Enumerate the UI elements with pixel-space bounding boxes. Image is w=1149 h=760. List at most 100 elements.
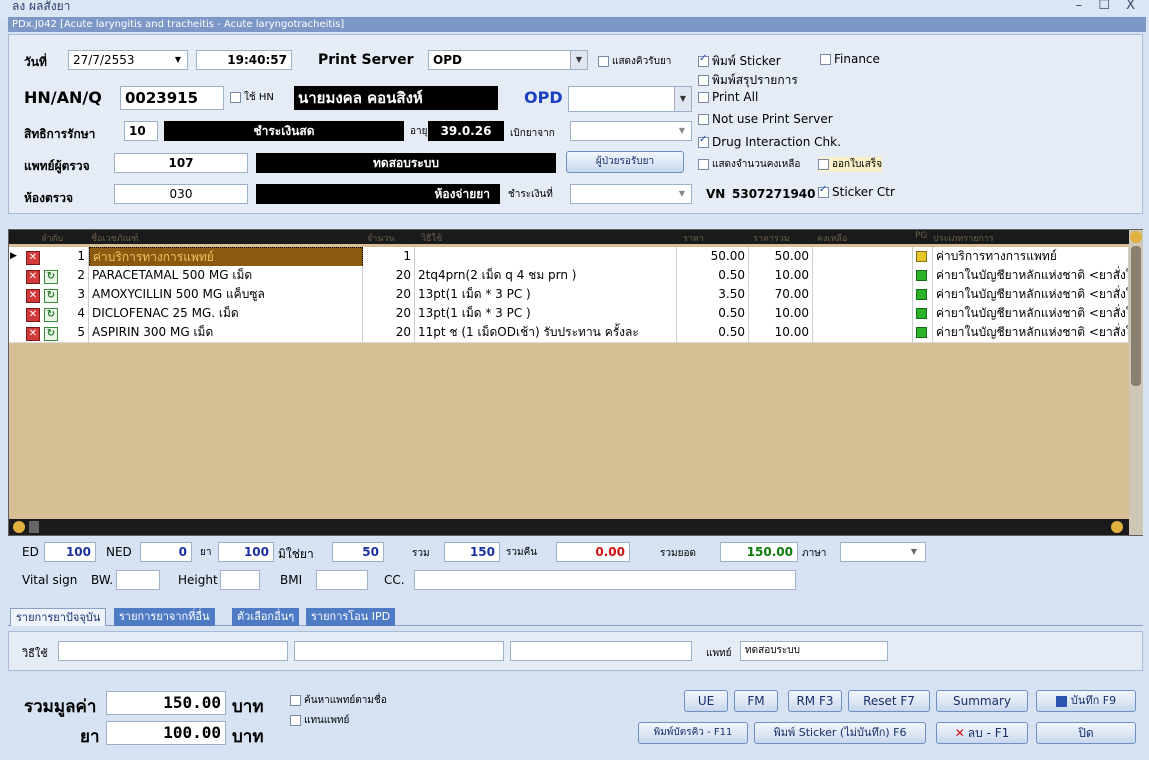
cell-total[interactable]: 70.00 [749, 285, 813, 305]
delete-row-icon[interactable]: ✕ [26, 308, 40, 322]
chevron-down-icon[interactable]: ▼ [679, 122, 685, 140]
pg-indicator-icon[interactable] [913, 266, 933, 286]
cell-remain[interactable] [813, 266, 913, 286]
cell-usage[interactable] [415, 247, 677, 267]
cell-name[interactable]: ASPIRIN 300 MG เม็ด [89, 323, 363, 343]
sticker-ctr-checkbox[interactable]: Sticker Ctr [818, 184, 895, 199]
checkbox-icon[interactable] [818, 159, 829, 170]
cell-total[interactable]: 10.00 [749, 266, 813, 286]
col-header-qty[interactable]: จำนวน [367, 231, 395, 245]
rm-f3-button[interactable]: RM F3 [788, 690, 842, 712]
tab-current-drugs[interactable]: รายการยาปัจจุบัน [10, 608, 107, 626]
replace-doctor-checkbox[interactable]: แทนแพทย์ [290, 713, 349, 728]
show-remain-checkbox[interactable]: แสดงจำนวนคงเหลือ [698, 157, 800, 172]
delete-row-icon[interactable]: ✕ [26, 251, 40, 265]
bw-field[interactable] [116, 570, 160, 590]
time-field[interactable]: 19:40:57 [196, 50, 292, 70]
not-use-print-server-checkbox[interactable]: Not use Print Server [698, 112, 833, 126]
checkbox-icon[interactable] [698, 53, 709, 67]
right-code[interactable]: 10 [124, 121, 158, 141]
checkbox-icon[interactable] [230, 92, 241, 103]
cell-usage[interactable]: 13pt(1 เม็ด * 3 PC ) [415, 285, 677, 305]
hscroll-thumb[interactable] [29, 521, 39, 533]
cell-remain[interactable] [813, 247, 913, 267]
checkbox-icon[interactable] [698, 75, 709, 86]
col-header-type[interactable]: ประเภทรายการ [933, 231, 994, 245]
delete-row-icon[interactable]: ✕ [26, 270, 40, 284]
pay-at-select[interactable]: ▼ [570, 184, 692, 204]
opd-select[interactable]: ▼ [568, 86, 692, 112]
checkbox-icon[interactable] [698, 134, 709, 148]
reset-f7-button[interactable]: Reset F7 [848, 690, 930, 712]
checkbox-icon[interactable] [290, 715, 301, 726]
room-code[interactable]: 030 [114, 184, 248, 204]
tab-ipd-transfer[interactable]: รายการโอน IPD [306, 608, 396, 626]
pg-indicator-icon[interactable] [913, 285, 933, 305]
cell-remain[interactable] [813, 285, 913, 305]
cell-price[interactable]: 3.50 [677, 285, 749, 305]
drug-interaction-checkbox[interactable]: Drug Interaction Chk. [698, 134, 841, 149]
scroll-thumb[interactable] [1131, 246, 1141, 386]
cell-qty[interactable]: 20 [363, 285, 415, 305]
bmi-field[interactable] [316, 570, 368, 590]
chevron-down-icon[interactable]: ▼ [570, 51, 587, 69]
pg-indicator-icon[interactable] [913, 323, 933, 343]
checkbox-icon[interactable] [698, 113, 709, 125]
edit-row-icon[interactable]: ↻ [44, 270, 58, 284]
cell-type[interactable]: ค่าบริการทางการแพทย์ [933, 247, 1129, 267]
horizontal-scrollbar[interactable] [9, 519, 1129, 535]
print-sticker-checkbox[interactable]: พิมพ์ Sticker [698, 52, 781, 71]
edit-row-icon[interactable]: ↻ [44, 289, 58, 303]
usage-field-3[interactable] [510, 641, 692, 661]
window-controls[interactable]: – ☐ X [1076, 0, 1141, 13]
hn-field[interactable]: 0023915 [120, 86, 224, 110]
print-queue-f11-button[interactable]: พิมพ์บัตรคิว - F11 [638, 722, 748, 744]
fm-button[interactable]: FM [734, 690, 778, 712]
use-hn-checkbox[interactable]: ใช้ HN [230, 90, 274, 105]
vertical-scrollbar[interactable] [1129, 230, 1143, 535]
pg-indicator-icon[interactable] [913, 304, 933, 324]
refund-from-select[interactable]: ▼ [570, 121, 692, 141]
checkbox-icon[interactable] [698, 159, 709, 170]
col-header-pg[interactable]: PG [915, 231, 927, 241]
cell-type[interactable]: ค่ายาในบัญชียาหลักแห่งชาติ <ยาสั่งใ [933, 285, 1129, 305]
scroll-up-icon[interactable] [1130, 231, 1142, 243]
table-row[interactable]: ✕ ↻ 3 AMOXYCILLIN 500 MG แค็บซูล 20 13pt(1 เม… [9, 285, 1129, 305]
checkbox-icon[interactable] [698, 91, 709, 103]
scroll-left-icon[interactable] [13, 521, 25, 533]
cc-field[interactable] [414, 570, 796, 590]
close-button[interactable]: ปิด [1036, 722, 1136, 744]
chevron-down-icon[interactable]: ▼ [674, 87, 691, 111]
waiting-patients-button[interactable]: ผู้ป่วยรอรับยา [566, 151, 684, 173]
col-header-total[interactable]: ราคารวม [753, 231, 790, 245]
cell-price[interactable]: 0.50 [677, 304, 749, 324]
cell-qty[interactable]: 20 [363, 323, 415, 343]
cell-total[interactable]: 50.00 [749, 247, 813, 267]
scroll-right-icon[interactable] [1111, 521, 1123, 533]
col-header-usage[interactable]: วิธีใช้ [421, 231, 442, 245]
checkbox-icon[interactable] [820, 53, 831, 65]
cell-qty[interactable]: 20 [363, 266, 415, 286]
edit-row-icon[interactable]: ↻ [44, 308, 58, 322]
tab-external-drugs[interactable]: รายการยาจากที่อื่น [114, 608, 215, 626]
checkbox-icon[interactable] [598, 56, 609, 67]
print-server-select[interactable]: OPD ▼ [428, 50, 588, 70]
cell-usage[interactable]: 2tq4prn(2 เม็ด q 4 ชม prn ) [415, 266, 677, 286]
cell-qty[interactable]: 20 [363, 304, 415, 324]
cell-usage[interactable]: 13pt(1 เม็ด * 3 PC ) [415, 304, 677, 324]
cell-price[interactable]: 0.50 [677, 323, 749, 343]
date-field[interactable]: 27/7/2553 ▼ [68, 50, 188, 70]
cell-price[interactable]: 50.00 [677, 247, 749, 267]
chevron-down-icon[interactable]: ▼ [175, 51, 181, 69]
cell-type[interactable]: ค่ายาในบัญชียาหลักแห่งชาติ <ยาสั่งใ [933, 304, 1129, 324]
receipt-checkbox[interactable]: ออกใบเสร็จ [818, 157, 883, 172]
chevron-down-icon[interactable]: ▼ [679, 185, 685, 203]
cell-name[interactable]: AMOXYCILLIN 500 MG แค็บซูล [89, 285, 363, 305]
cell-type[interactable]: ค่ายาในบัญชียาหลักแห่งชาติ <ยาสั่งใ [933, 323, 1129, 343]
cell-remain[interactable] [813, 323, 913, 343]
usage-field-2[interactable] [294, 641, 504, 661]
usage-field-1[interactable] [58, 641, 288, 661]
table-row[interactable]: ✕ ↻ 2 PARACETAMAL 500 MG เม็ด 20 2tq4prn(2 เม… [9, 266, 1129, 286]
col-header-no[interactable]: ลำดับ [41, 231, 63, 245]
print-sticker-f6-button[interactable]: พิมพ์ Sticker (ไม่บันทึก) F6 [754, 722, 926, 744]
